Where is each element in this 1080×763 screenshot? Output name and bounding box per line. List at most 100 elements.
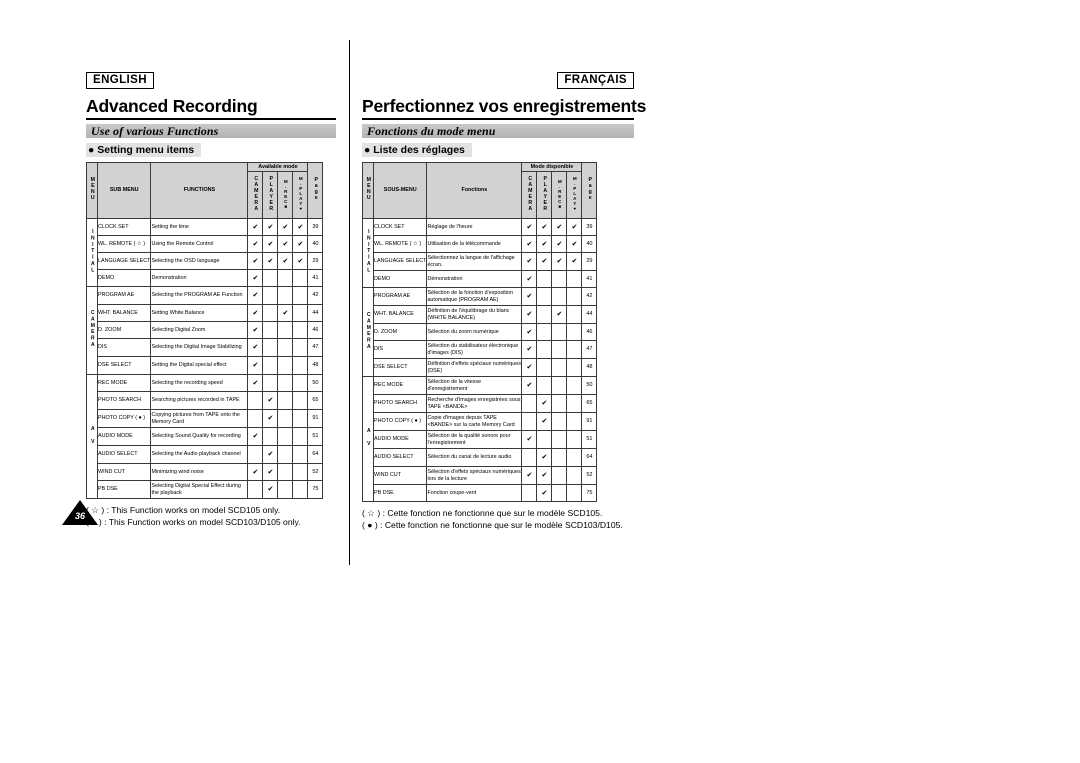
table-row: WL. REMOTE ( ☆ ) Utilisation de la téléco… bbox=[363, 235, 598, 253]
french-header-player-text: PLAYER bbox=[542, 175, 549, 212]
sub-menu-cell: AUDIO MODE bbox=[372, 430, 428, 449]
english-header-player: PLAYER bbox=[262, 171, 279, 219]
sub-menu-cell: WHT. BALANCE bbox=[372, 305, 428, 324]
table-row: AUDIO SELECT Sélection du canal de lectur… bbox=[363, 448, 598, 467]
check-cell-camera: ✔ bbox=[521, 340, 538, 359]
table-row: WHT. BALANCE Définition de l'équilibrage … bbox=[363, 305, 598, 324]
english-column: ENGLISH Advanced Recording Use of variou… bbox=[86, 70, 336, 528]
check-cell-player: ✔ bbox=[536, 394, 553, 413]
check-cell-mrec bbox=[277, 286, 294, 305]
check-cell-mrec: ✔ bbox=[277, 235, 294, 253]
check-cell-mplay bbox=[566, 323, 583, 341]
check-cell-mrec bbox=[277, 480, 294, 499]
check-cell-player: ✔ bbox=[536, 412, 553, 431]
page-reference-cell: 91 bbox=[581, 412, 598, 431]
function-description-cell: Sélectionnez la langue de l'affichage éc… bbox=[426, 252, 523, 271]
check-cell-camera: ✔ bbox=[247, 304, 264, 322]
function-description-cell: Sélection du canal de lecture audio bbox=[426, 448, 523, 467]
page-reference-cell: 41 bbox=[581, 270, 598, 288]
check-cell-mrec: ✔ bbox=[277, 218, 294, 236]
table-row: PHOTO COPY ( ● ) Copie d'images depuis TA… bbox=[363, 412, 598, 431]
check-cell-mrec bbox=[277, 427, 294, 446]
english-table-head: MENU SUB MENU FUNCTIONS Available mode P… bbox=[86, 162, 324, 219]
check-cell-camera bbox=[247, 480, 264, 499]
check-cell-mplay bbox=[292, 409, 309, 428]
function-description-cell: Sélection de la qualité sonore pour l'en… bbox=[426, 430, 523, 449]
sub-menu-cell: D. ZOOM bbox=[372, 323, 428, 341]
check-cell-camera bbox=[247, 391, 264, 410]
page-reference-cell: 39 bbox=[581, 218, 598, 236]
function-description-cell: Selecting the Audio playback channel bbox=[150, 445, 249, 464]
menu-group-label: A V bbox=[89, 425, 96, 445]
table-row: LANGUAGE SELECT Selecting the OSD languag… bbox=[87, 252, 324, 270]
check-cell-mplay bbox=[292, 304, 309, 322]
page-reference-cell: 39 bbox=[307, 218, 324, 236]
check-cell-mrec bbox=[277, 374, 294, 392]
check-cell-mplay bbox=[566, 412, 583, 431]
check-cell-player bbox=[536, 340, 553, 359]
check-cell-mrec: ✔ bbox=[551, 235, 568, 253]
check-cell-mplay bbox=[566, 358, 583, 377]
check-cell-camera: ✔ bbox=[521, 430, 538, 449]
check-cell-mrec bbox=[277, 391, 294, 410]
table-row: A V REC MODE Sélection de la vitesse d'enr… bbox=[362, 376, 598, 502]
sub-menu-cell: WL. REMOTE ( ☆ ) bbox=[96, 235, 152, 253]
function-description-cell: Setting White Balance bbox=[150, 304, 249, 322]
french-header-page-text: Page bbox=[587, 177, 594, 202]
sub-menu-cell: PHOTO SEARCH bbox=[96, 391, 152, 410]
french-column: FRANÇAIS Perfectionnez vos enregistremen… bbox=[362, 70, 646, 531]
function-description-cell: Définition d'effets spéciaux numériques … bbox=[426, 358, 523, 377]
sub-menu-cell: PHOTO COPY ( ● ) bbox=[372, 412, 428, 431]
check-cell-mrec bbox=[551, 358, 568, 377]
check-cell-player: ✔ bbox=[262, 445, 279, 464]
function-description-cell: Setting the time bbox=[150, 218, 249, 236]
check-cell-mplay bbox=[292, 321, 309, 339]
sub-menu-cell: AUDIO SELECT bbox=[372, 448, 428, 467]
page-reference-cell: 29 bbox=[581, 252, 598, 271]
check-cell-mplay: ✔ bbox=[566, 235, 583, 253]
sub-menu-cell: PROGRAM AE bbox=[96, 286, 152, 305]
sub-menu-cell: REC MODE bbox=[96, 374, 152, 392]
check-cell-mrec bbox=[277, 338, 294, 357]
page-reference-cell: 44 bbox=[307, 304, 324, 322]
check-cell-player bbox=[262, 427, 279, 446]
check-cell-player bbox=[536, 323, 553, 341]
check-cell-mrec bbox=[551, 323, 568, 341]
check-cell-mrec: ✔ bbox=[551, 218, 568, 236]
check-cell-mplay bbox=[292, 374, 309, 392]
sub-menu-cell: PHOTO SEARCH bbox=[372, 394, 428, 413]
check-cell-camera: ✔ bbox=[521, 358, 538, 377]
french-header-mrec: M.REC■ bbox=[551, 171, 568, 219]
check-cell-camera: ✔ bbox=[247, 269, 264, 287]
check-cell-camera: ✔ bbox=[247, 218, 264, 236]
function-description-cell: Définition de l'équilibrage du blanc (WH… bbox=[426, 305, 523, 324]
page-reference-cell: 47 bbox=[307, 338, 324, 357]
check-cell-camera bbox=[521, 394, 538, 413]
table-row: DSE SELECT Définition d'effets spéciaux n… bbox=[363, 358, 598, 377]
function-description-cell: Sélection de la fonction d'exposition au… bbox=[426, 287, 523, 306]
french-header-mrec-text: M.REC■ bbox=[557, 178, 563, 209]
check-cell-mplay bbox=[292, 463, 309, 481]
table-row: WHT. BALANCE Setting White Balance ✔ ✔ 44 bbox=[87, 304, 324, 322]
english-header-functions: FUNCTIONS bbox=[150, 162, 249, 219]
check-cell-player bbox=[536, 287, 553, 306]
check-cell-player bbox=[262, 321, 279, 339]
check-cell-camera bbox=[521, 448, 538, 467]
sub-menu-cell: CLOCK SET bbox=[96, 218, 152, 236]
check-cell-player: ✔ bbox=[536, 218, 553, 236]
table-row: DIS Sélection du stabilisateur électroniq… bbox=[363, 340, 598, 359]
check-cell-mplay bbox=[566, 394, 583, 413]
french-footnote-dot: ( ● ) : Cette fonction ne fonctionne que… bbox=[362, 519, 623, 530]
page-reference-cell: 48 bbox=[307, 356, 324, 375]
page-reference-cell: 91 bbox=[307, 409, 324, 428]
check-cell-mplay bbox=[566, 448, 583, 467]
check-cell-camera: ✔ bbox=[521, 235, 538, 253]
check-cell-camera: ✔ bbox=[521, 466, 538, 485]
sub-menu-cell: REC MODE bbox=[372, 376, 428, 395]
function-description-cell: Selecting the PROGRAM AE Function bbox=[150, 286, 249, 305]
check-cell-mrec bbox=[551, 270, 568, 288]
check-cell-mrec bbox=[551, 287, 568, 306]
english-language-badge-row: ENGLISH bbox=[86, 70, 336, 89]
function-description-cell: Copying pictures from TAPE onto the Memo… bbox=[150, 409, 249, 428]
check-cell-camera: ✔ bbox=[521, 218, 538, 236]
